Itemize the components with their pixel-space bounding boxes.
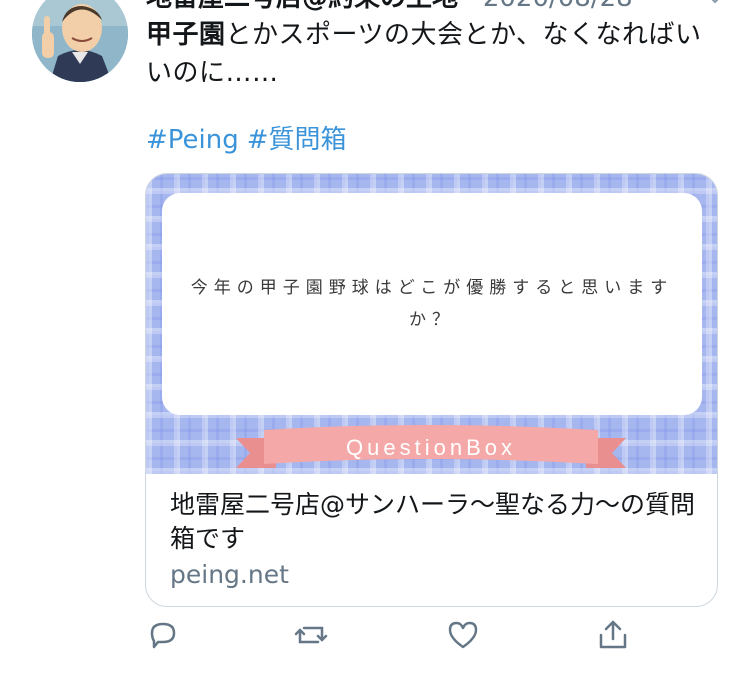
question-text: 今年の甲子園野球はどこが優勝すると思いますか？: [190, 278, 674, 330]
header-separator: ·: [466, 0, 474, 13]
reply-icon[interactable]: [146, 618, 186, 658]
question-box: 今年の甲子園野球はどこが優勝すると思いますか？: [162, 193, 702, 415]
like-icon[interactable]: [446, 618, 486, 658]
link-card[interactable]: 今年の甲子園野球はどこが優勝すると思いますか？ QuestionBox 地雷屋二…: [145, 173, 718, 607]
tweet-text-rest: とかスポーツの大会とか、なくなればいいのに……: [146, 20, 702, 88]
ribbon-label: QuestionBox: [346, 435, 516, 460]
share-icon[interactable]: [596, 618, 636, 658]
hashtag-link[interactable]: #質問箱: [247, 125, 347, 155]
avatar[interactable]: [32, 0, 128, 82]
avatar-image: [32, 0, 128, 82]
card-image: 今年の甲子園野球はどこが優勝すると思いますか？ QuestionBox: [146, 174, 717, 474]
author-name[interactable]: 地雷屋二号店@約束の土地: [146, 0, 458, 13]
tweet-date[interactable]: 2020/08/28: [483, 0, 633, 13]
tweet-text: 甲子園とかスポーツの大会とか、なくなればいいのに……: [146, 16, 706, 92]
tweet-actions: [0, 618, 750, 662]
card-title: 地雷屋二号店@サンハーラ〜聖なる力〜の質問箱です: [170, 490, 696, 553]
retweet-icon[interactable]: [294, 618, 334, 658]
chevron-down-icon[interactable]: [708, 0, 722, 6]
tweet-text-bold: 甲子園: [146, 20, 226, 50]
question-box-ribbon: QuestionBox: [236, 425, 626, 468]
hashtag-link[interactable]: #Peing: [146, 125, 239, 155]
card-domain: peing.net: [170, 560, 289, 589]
hashtag-list: #Peing #質問箱: [146, 120, 355, 160]
